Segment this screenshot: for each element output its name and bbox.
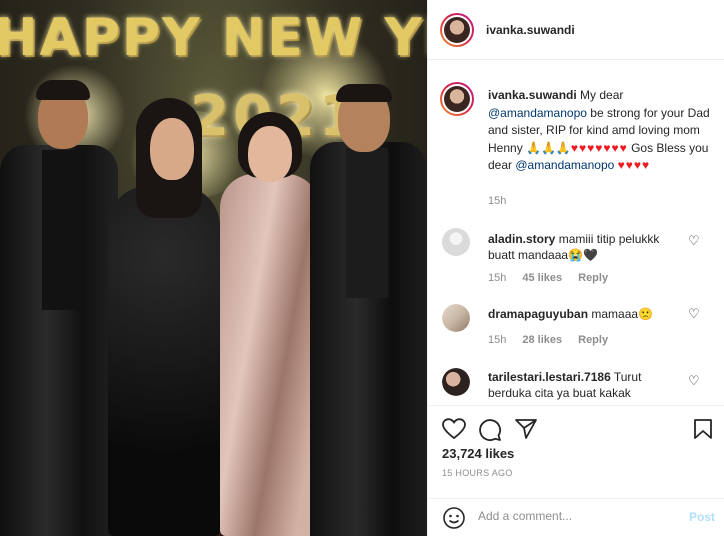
caption-mention[interactable]: @amandamanopo — [488, 106, 587, 120]
like-heart-icon[interactable] — [442, 418, 466, 440]
add-comment-input[interactable] — [478, 509, 678, 523]
bookmark-icon[interactable] — [693, 418, 713, 440]
comment-age[interactable]: 15h — [488, 334, 506, 346]
comment-username[interactable]: aladin.story — [488, 232, 555, 246]
author-username[interactable]: ivanka.suwandi — [486, 23, 575, 37]
comment-username[interactable]: tarilestari.lestari.7186 — [488, 370, 611, 384]
comment-meta: 15h 45 likes Reply — [488, 272, 608, 284]
caption-hearts: ♥♥♥♥♥♥♥ — [570, 140, 628, 155]
comment-text: mamaaa🙁 — [591, 307, 654, 321]
post-timestamp[interactable]: 15 HOURS AGO — [442, 468, 513, 478]
comment-item: dramapaguyuban mamaaa🙁 — [488, 306, 688, 322]
caption-text: My dear — [580, 88, 624, 102]
post-actions: 23,724 likes 15 HOURS AGO Post — [428, 405, 724, 535]
like-count[interactable]: 23,724 likes — [442, 446, 514, 461]
share-paper-plane-icon[interactable] — [514, 418, 538, 440]
comment-avatar[interactable] — [442, 228, 470, 256]
post-caption: ivanka.suwandi My dear @amandamanopo be … — [488, 87, 716, 175]
caption-avatar[interactable] — [440, 82, 474, 116]
comment-likes[interactable]: 45 likes — [522, 272, 562, 284]
caption-hearts: ♥♥♥♥ — [617, 158, 651, 172]
photo-person-1 — [0, 80, 118, 536]
post-side-panel: ivanka.suwandi ivanka.suwandi My dear @a… — [427, 0, 724, 536]
caption-emoji: 🙏🙏🙏 — [526, 140, 571, 155]
comment-item: aladin.story mamiii titip pelukkk buatt … — [488, 231, 688, 263]
emoji-icon[interactable] — [442, 506, 466, 530]
comment-reply[interactable]: Reply — [578, 334, 608, 346]
caption-username[interactable]: ivanka.suwandi — [488, 88, 577, 102]
shirt — [346, 148, 388, 298]
comment-like-icon[interactable]: ♡ — [688, 233, 700, 249]
comment-item: tarilestari.lestari.7186 Turut berduka c… — [488, 369, 688, 401]
comment-like-icon[interactable]: ♡ — [688, 306, 700, 322]
photo-person-2 — [104, 98, 224, 536]
face — [248, 126, 292, 182]
comment-meta: 15h 28 likes Reply — [488, 334, 608, 346]
post-photo[interactable]: HAPPY NEW YE 2021 — [0, 0, 427, 536]
comment-like-icon[interactable]: ♡ — [688, 373, 700, 389]
comment-avatar[interactable] — [442, 368, 470, 396]
sequin-dress — [220, 174, 320, 536]
hair — [336, 84, 392, 102]
face — [150, 118, 194, 180]
photo-person-3 — [218, 112, 322, 536]
photo-banner-text: HAPPY NEW YE — [0, 8, 427, 68]
caption-age[interactable]: 15h — [488, 195, 506, 207]
post-comment-button[interactable]: Post — [689, 510, 715, 524]
comment-username[interactable]: dramapaguyuban — [488, 307, 588, 321]
comment-avatar[interactable] — [442, 304, 470, 332]
photo-person-4 — [310, 84, 427, 536]
add-comment-row: Post — [428, 498, 724, 536]
comment-age[interactable]: 15h — [488, 272, 506, 284]
post-header: ivanka.suwandi — [428, 0, 724, 60]
comment-likes[interactable]: 28 likes — [522, 334, 562, 346]
hair — [36, 80, 90, 100]
comment-reply[interactable]: Reply — [578, 272, 608, 284]
dress — [108, 186, 220, 536]
author-avatar[interactable] — [440, 13, 474, 47]
caption-mention[interactable]: @amandamanopo — [515, 158, 614, 172]
shirt — [42, 150, 82, 310]
comment-bubble-icon[interactable] — [478, 418, 502, 442]
